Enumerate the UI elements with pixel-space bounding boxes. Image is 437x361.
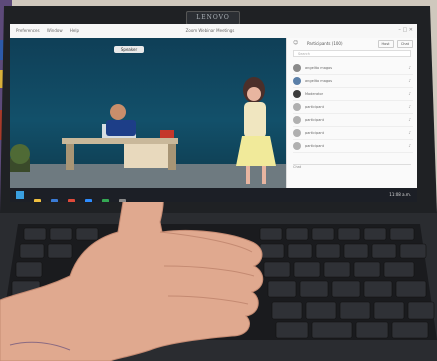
participant-row[interactable]: participant ♪	[293, 140, 413, 153]
avatar	[293, 129, 301, 137]
taskbar-app-icon[interactable]	[68, 199, 76, 202]
app-titlebar: Preferences Window Help Zoom Webinar Mee…	[10, 24, 417, 39]
desk-top	[62, 138, 178, 144]
participant-row[interactable]: Moderator ♪	[293, 88, 413, 101]
speaker-indicator: Speaker	[114, 46, 144, 53]
people-icon: ☺	[293, 40, 299, 46]
standing-person-skirt	[236, 136, 276, 166]
participant-row[interactable]: angelito magos ♪	[293, 62, 413, 75]
taskbar-app-icon[interactable]	[34, 199, 41, 202]
avatar	[293, 116, 301, 124]
participant-name: angelito magos	[305, 66, 333, 70]
microphone-icon[interactable]: ♪	[408, 104, 411, 109]
microphone-icon[interactable]: ♪	[408, 65, 411, 70]
participants-title: Participants (100)	[307, 41, 343, 46]
chat-button[interactable]: Chat	[396, 40, 413, 48]
red-phone	[160, 130, 174, 138]
start-icon[interactable]	[16, 191, 24, 199]
chat-label: Chat	[293, 165, 302, 169]
standing-person-dress-top	[244, 102, 266, 138]
participant-row[interactable]: participant ♪	[293, 101, 413, 114]
taskbar-icons	[34, 191, 131, 202]
close-icon[interactable]: ✕	[409, 27, 413, 33]
desk-drawer	[124, 144, 168, 168]
menu-item-preferences[interactable]: Preferences	[16, 28, 40, 33]
avatar	[293, 77, 301, 85]
menu-item-window[interactable]: Window	[47, 28, 63, 33]
maximize-icon[interactable]: □	[402, 27, 407, 33]
keyboard-row-5	[271, 301, 435, 320]
video-feed: Speaker	[10, 38, 286, 188]
participant-name: participant	[305, 131, 325, 135]
laptop-screen: Preferences Window Help Zoom Webinar Mee…	[10, 24, 417, 202]
laptop-brand-plate: LENOVO	[186, 11, 240, 25]
avatar	[293, 103, 301, 111]
participant-name: participant	[305, 144, 325, 148]
taskbar-app-icon[interactable]	[51, 199, 59, 202]
minimize-icon[interactable]: –	[398, 27, 401, 33]
participant-name: angelito magos	[305, 79, 333, 83]
microphone-icon[interactable]: ♪	[408, 143, 411, 148]
participant-name: participant	[305, 105, 325, 109]
participant-list: angelito magos ♪ angelito magos ♪ Modera…	[293, 62, 413, 153]
microphone-icon[interactable]: ♪	[408, 130, 411, 135]
taskbar-app-icon[interactable]	[102, 199, 110, 202]
participant-row[interactable]: participant ♪	[293, 127, 413, 140]
participant-name: participant	[305, 118, 325, 122]
taskbar-app-icon[interactable]	[119, 199, 127, 202]
participant-row[interactable]: angelito magos ♪	[293, 75, 413, 88]
seated-person-head	[110, 104, 126, 120]
window-controls: – □ ✕	[398, 27, 413, 33]
chat-area[interactable]: Chat	[293, 164, 411, 183]
app-menu: Preferences Window Help	[16, 28, 85, 33]
search-input[interactable]: Search	[293, 50, 411, 57]
menu-item-help[interactable]: Help	[70, 28, 79, 33]
participant-row[interactable]: participant ♪	[293, 114, 413, 127]
taskbar-app-icon[interactable]	[85, 199, 93, 202]
participant-name: Moderator	[305, 92, 324, 96]
os-taskbar: 11:08 a.m.	[10, 188, 417, 202]
microphone-icon[interactable]: ♪	[408, 117, 411, 122]
taskbar-clock: 11:08 a.m.	[389, 192, 411, 197]
avatar	[293, 90, 301, 98]
microphone-icon[interactable]: ♪	[408, 91, 411, 96]
window-title: Zoom Webinar Meetings	[185, 28, 235, 33]
participants-panel: ☺ Participants (100) Host Chat Search an…	[286, 38, 417, 188]
avatar	[293, 142, 301, 150]
avatar	[293, 64, 301, 72]
video-scene	[10, 77, 286, 188]
seated-person-body	[106, 120, 136, 136]
panel-buttons: Host Chat	[376, 40, 413, 48]
keyboard-row-6	[275, 321, 429, 339]
host-button[interactable]: Host	[377, 40, 394, 48]
microphone-icon[interactable]: ♪	[408, 78, 411, 83]
